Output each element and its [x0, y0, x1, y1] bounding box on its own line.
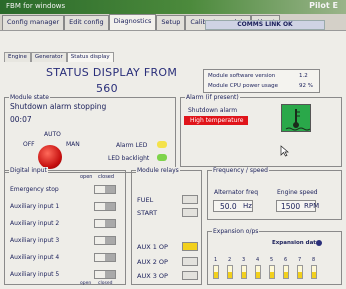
- relay-indicator: [182, 257, 198, 266]
- relay-indicator: [182, 271, 198, 280]
- expansion-output: [213, 265, 219, 279]
- input-label: Auxiliary input 3: [10, 237, 60, 244]
- frequency-speed-title: Frequency / speed: [212, 167, 269, 174]
- input-toggle: [94, 253, 116, 262]
- expansion-number: 4: [256, 257, 260, 263]
- relay-label: START: [137, 209, 158, 217]
- expansion-number: 8: [312, 257, 316, 263]
- expansion-output: [297, 265, 303, 279]
- mode-auto-label: AUTO: [44, 131, 61, 138]
- mouse-pointer-icon: [280, 145, 289, 157]
- expansion-output: [241, 265, 247, 279]
- relay-indicator: [182, 208, 198, 217]
- alternator-freq-unit: Hz: [243, 202, 252, 210]
- led-backlight-indicator: [157, 154, 167, 161]
- relay-label: AUX 1 OP: [137, 243, 168, 251]
- window-title: FBM for windows: [6, 2, 66, 10]
- brand-logo: Pilot E: [309, 1, 338, 10]
- led-backlight-label: LED backlight: [108, 155, 150, 162]
- expansion-title: Expansion o/ps: [212, 228, 260, 235]
- alarm-message: High temperature: [190, 117, 244, 124]
- relay-label: AUX 2 OP: [137, 258, 168, 266]
- relay-label: AUX 3 OP: [137, 272, 168, 280]
- alternator-freq-label: Alternator freq: [214, 189, 259, 196]
- expansion-output: [311, 265, 317, 279]
- relay-indicator: [182, 242, 198, 251]
- engine-speed-value: 1500: [281, 202, 301, 211]
- alarm-led: [157, 141, 167, 148]
- expansion-output: [255, 265, 261, 279]
- module-info-box: Module software version 1.2 Module CPU p…: [203, 69, 320, 93]
- expansion-number: 1: [214, 257, 218, 263]
- expansion-output: [227, 265, 233, 279]
- input-label: Auxiliary input 2: [10, 220, 60, 227]
- comms-status: COMMS LINK OK: [205, 20, 325, 30]
- input-toggle: [94, 236, 116, 245]
- mode-off-label: OFF: [23, 141, 35, 148]
- subtab-engine[interactable]: Engine: [4, 52, 31, 62]
- digital-input-closed-header: closed: [98, 174, 115, 180]
- tab-config-manager[interactable]: Config manager: [2, 15, 65, 30]
- subtab-status-display[interactable]: Status display: [66, 52, 114, 62]
- expansion-number: 6: [284, 257, 288, 263]
- digital-input-title: Digital input: [9, 167, 48, 174]
- expansion-data-led: [316, 240, 322, 246]
- title-bar: FBM for windows Pilot E: [0, 0, 346, 14]
- high-temperature-icon: [281, 104, 311, 132]
- software-version-value: 1.2: [299, 73, 308, 79]
- input-label: Auxiliary input 5: [10, 271, 60, 278]
- input-toggle: [94, 185, 116, 194]
- subtab-generator[interactable]: Generator: [30, 52, 67, 62]
- module-state-time: 00:07: [10, 115, 32, 124]
- engine-speed-label: Engine speed: [277, 189, 318, 196]
- sub-tabs: Engine Generator Status display: [4, 52, 114, 62]
- relay-indicator: [182, 195, 198, 204]
- cpu-usage-value: 92 %: [299, 83, 313, 89]
- alternator-freq-value: 50.0: [220, 202, 237, 211]
- tab-setup[interactable]: Setup: [156, 15, 186, 30]
- module-state-text: Shutdown alarm stopping: [10, 102, 107, 111]
- input-label: Emergency stop: [10, 186, 59, 193]
- tab-edit-config[interactable]: Edit config: [64, 15, 109, 30]
- alarm-title: Alarm (if present): [185, 94, 240, 101]
- expansion-number: 2: [228, 257, 232, 263]
- input-toggle: [94, 270, 116, 279]
- digital-input-open-footer: open: [80, 281, 92, 286]
- input-label: Auxiliary input 1: [10, 203, 60, 210]
- engine-speed-unit: RPM: [304, 202, 320, 210]
- input-toggle: [94, 219, 116, 228]
- cpu-usage-label: Module CPU power usage: [208, 83, 279, 89]
- digital-input-closed-footer: closed: [98, 281, 113, 286]
- mode-selector-knob[interactable]: [38, 145, 62, 169]
- digital-input-open-header: open: [80, 174, 93, 180]
- expansion-data-label: Expansion data: [272, 240, 320, 246]
- status-number: 560: [96, 82, 118, 95]
- expansion-output: [269, 265, 275, 279]
- input-label: Auxiliary input 4: [10, 254, 60, 261]
- alarm-type: Shutdown alarm: [188, 107, 238, 114]
- expansion-number: 5: [270, 257, 274, 263]
- module-relays-group: Module relays: [131, 167, 202, 285]
- expansion-number: 3: [242, 257, 246, 263]
- expansion-number: 7: [298, 257, 302, 263]
- input-toggle: [94, 202, 116, 211]
- software-version-label: Module software version: [208, 73, 276, 79]
- alarm-led-label: Alarm LED: [116, 142, 148, 149]
- module-state-title: Module state: [9, 94, 50, 101]
- relay-label: FUEL: [137, 196, 154, 204]
- status-heading: STATUS DISPLAY FROM: [46, 66, 178, 79]
- module-relays-title: Module relays: [136, 167, 180, 174]
- expansion-output: [283, 265, 289, 279]
- mode-man-label: MAN: [66, 141, 80, 148]
- tab-diagnostics[interactable]: Diagnostics: [108, 14, 157, 30]
